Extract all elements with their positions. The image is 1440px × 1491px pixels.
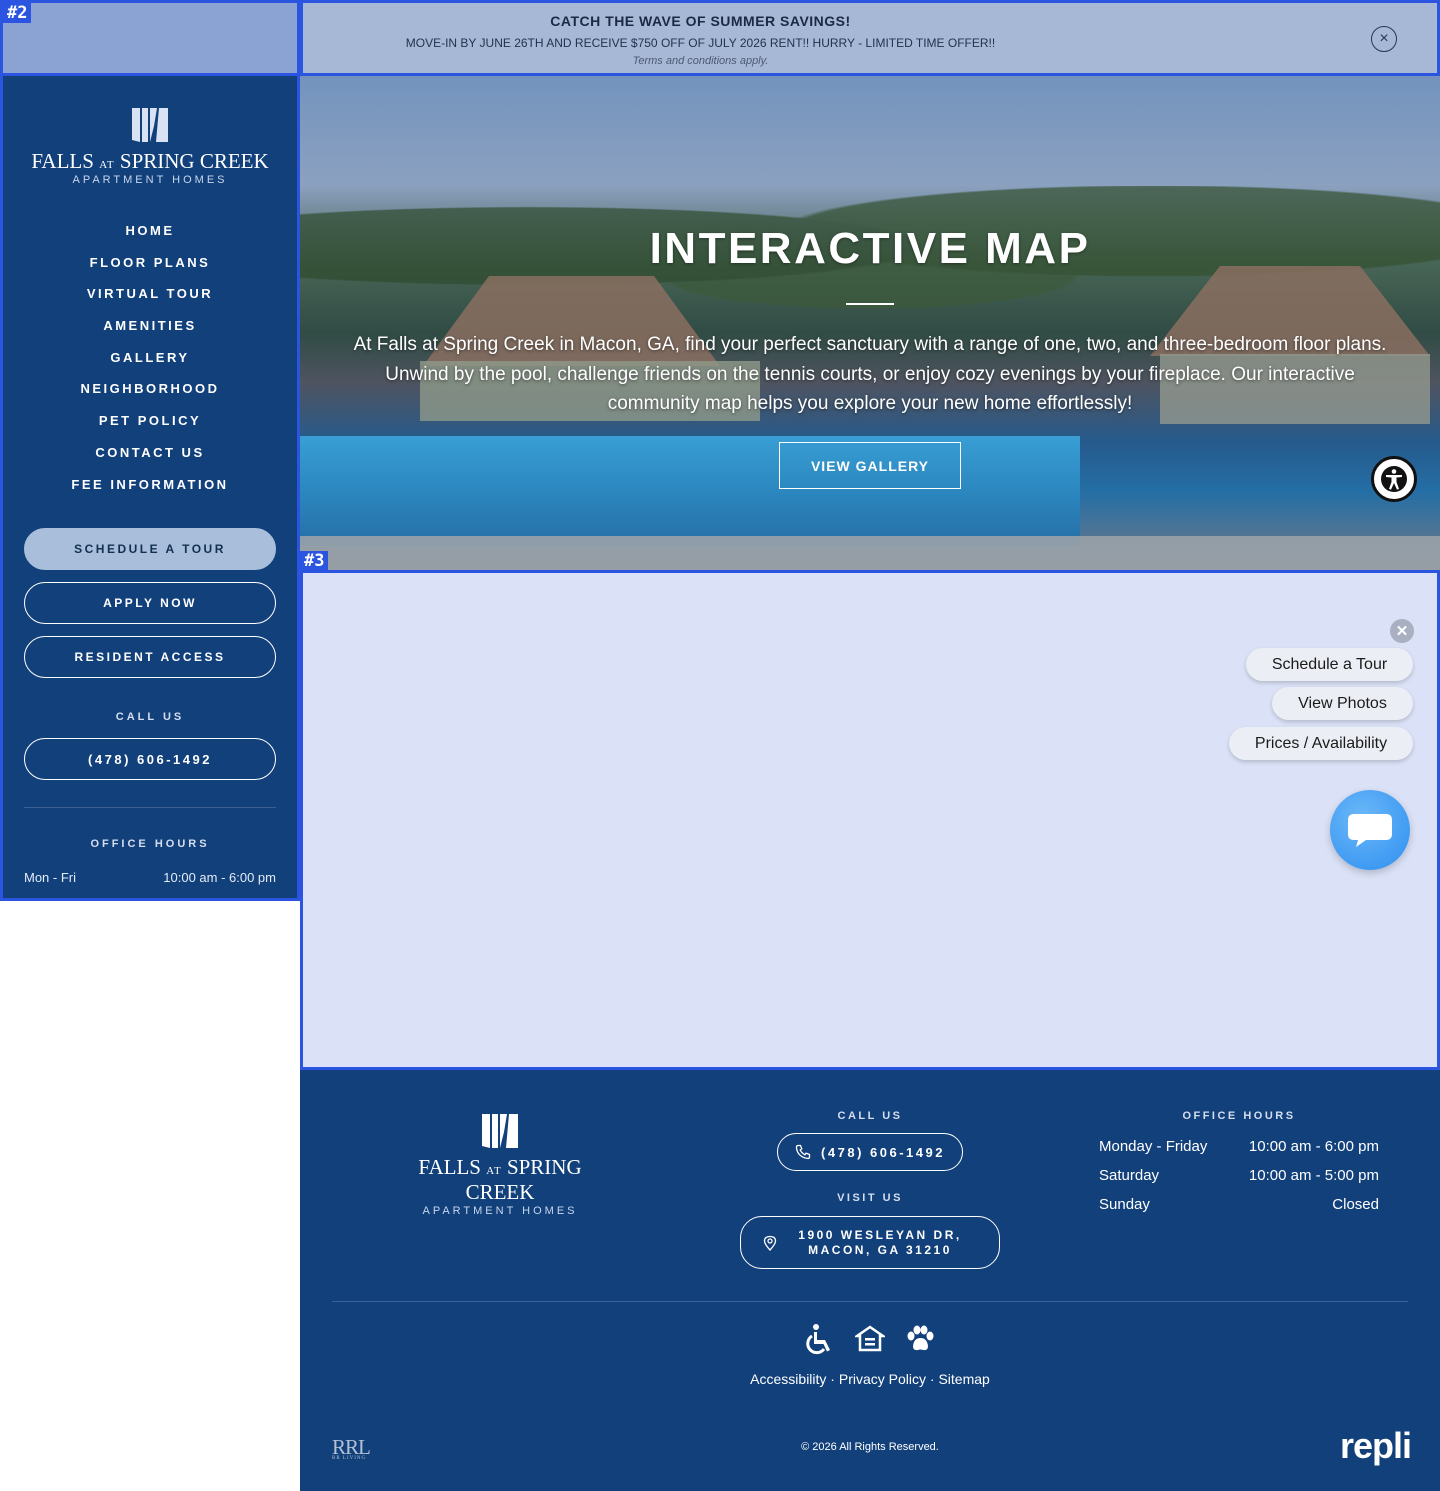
promo-close-button[interactable]: ×	[1371, 26, 1397, 52]
falls-logo-icon	[482, 1114, 518, 1148]
accessibility-icon	[1381, 466, 1407, 492]
interactive-map-region[interactable]: ✕ Schedule a Tour View Photos Prices / A…	[300, 570, 1440, 1070]
phone-icon	[795, 1144, 811, 1160]
footer-logo[interactable]: FALLS AT SPRING CREEK APARTMENT HOMES	[400, 1112, 600, 1217]
promo-title: CATCH THE WAVE OF SUMMER SAVINGS!	[550, 13, 851, 29]
widget-schedule-tour-button[interactable]: Schedule a Tour	[1246, 648, 1413, 681]
logo-wordmark: FALLS AT SPRING CREEK	[418, 1155, 582, 1204]
hero-divider	[846, 303, 894, 305]
footer-divider	[332, 1301, 1408, 1302]
nav-item-amenities[interactable]: AMENITIES	[3, 316, 297, 348]
nav-item-neighborhood[interactable]: NEIGHBORHOOD	[3, 379, 297, 411]
nav-item-pet-policy[interactable]: PET POLICY	[3, 411, 297, 443]
location-pin-icon	[763, 1235, 777, 1251]
page-root: #2 CATCH THE WAVE OF SUMMER SAVINGS! MOV…	[0, 0, 1440, 1491]
promo-terms: Terms and conditions apply.	[632, 55, 769, 67]
accessibility-link[interactable]: Accessibility	[750, 1371, 826, 1387]
nav-item-fee-information[interactable]: FEE INFORMATION	[3, 475, 297, 507]
footer-phone-button[interactable]: (478) 606-1492	[777, 1133, 963, 1171]
office-hours-label: OFFICE HOURS	[90, 838, 210, 850]
main-nav: HOME FLOOR PLANS VIRTUAL TOUR AMENITIES …	[3, 221, 297, 506]
falls-logo-icon	[132, 108, 168, 142]
hero-photo-pool	[300, 436, 1080, 546]
accessibility-widget-button[interactable]	[1371, 456, 1417, 502]
footer-phone-text: (478) 606-1492	[821, 1144, 945, 1160]
apply-now-button[interactable]: APPLY NOW	[24, 582, 276, 624]
footer-office-hours-label: OFFICE HOURS	[1182, 1110, 1296, 1122]
widget-close-button[interactable]: ✕	[1390, 619, 1414, 643]
close-icon: ×	[1379, 30, 1389, 47]
footer-call-us-label: CALL US	[837, 1110, 903, 1122]
footer-links: Accessibility · Privacy Policy · Sitemap	[300, 1371, 1440, 1387]
schedule-tour-button[interactable]: SCHEDULE A TOUR	[24, 528, 276, 570]
hero-description: At Falls at Spring Creek in Macon, GA, f…	[353, 334, 1387, 414]
call-us-label: CALL US	[115, 711, 185, 723]
logo-tagline: APARTMENT HOMES	[72, 174, 228, 186]
promo-banner: CATCH THE WAVE OF SUMMER SAVINGS! MOVE-I…	[300, 0, 1440, 76]
top-left-panel	[0, 0, 300, 76]
logo-wordmark: FALLS AT SPRING CREEK	[31, 149, 269, 173]
footer-address-text: 1900 WESLEYAN DR, MACON, GA 31210	[798, 1227, 962, 1257]
footer-hours-row: Sunday Closed	[1099, 1196, 1379, 1213]
resident-access-button[interactable]: RESIDENT ACCESS	[24, 636, 276, 678]
equal-housing-icon	[855, 1325, 885, 1352]
link-separator: ·	[826, 1371, 839, 1387]
sitemap-link[interactable]: Sitemap	[938, 1371, 989, 1387]
footer-address-button[interactable]: 1900 WESLEYAN DR, MACON, GA 31210	[740, 1216, 1000, 1269]
hours-days: Mon - Fri	[24, 870, 76, 885]
sidebar-divider	[24, 807, 276, 808]
copyright: © 2026 All Rights Reserved.	[801, 1441, 939, 1453]
page-title: INTERACTIVE MAP	[649, 224, 1091, 273]
close-icon: ✕	[1395, 623, 1409, 640]
office-hours-row: Mon - Fri 10:00 am - 6:00 pm	[24, 870, 276, 885]
logo-tagline: APARTMENT HOMES	[422, 1205, 578, 1217]
wheelchair-icon	[806, 1324, 830, 1355]
link-separator: ·	[926, 1371, 939, 1387]
nav-item-floor-plans[interactable]: FLOOR PLANS	[3, 253, 297, 285]
hours-time: 10:00 am - 6:00 pm	[163, 870, 276, 885]
promo-body: MOVE-IN BY JUNE 26TH AND RECEIVE $750 OF…	[405, 36, 996, 50]
pet-friendly-paw-icon	[907, 1325, 934, 1351]
footer-visit-us-label: VISIT US	[837, 1192, 903, 1204]
sidebar-phone-button[interactable]: (478) 606-1492	[24, 738, 276, 780]
nav-item-virtual-tour[interactable]: VIRTUAL TOUR	[3, 284, 297, 316]
chat-button[interactable]	[1330, 790, 1410, 870]
hero-photo-deck	[300, 536, 1440, 570]
footer-badges	[805, 1323, 935, 1355]
nav-item-contact-us[interactable]: CONTACT US	[3, 443, 297, 475]
widget-prices-availability-button[interactable]: Prices / Availability	[1229, 727, 1413, 760]
nav-item-gallery[interactable]: GALLERY	[3, 348, 297, 380]
footer: FALLS AT SPRING CREEK APARTMENT HOMES CA…	[300, 1070, 1440, 1491]
footer-hours-row: Monday - Friday 10:00 am - 6:00 pm	[1099, 1138, 1379, 1155]
region-tag-3: #3	[300, 551, 329, 571]
privacy-policy-link[interactable]: Privacy Policy	[839, 1371, 926, 1387]
view-gallery-button[interactable]: VIEW GALLERY	[779, 442, 961, 489]
sidebar: FALLS AT SPRING CREEK APARTMENT HOMES HO…	[0, 76, 300, 901]
hero-section: INTERACTIVE MAP At Falls at Spring Creek…	[300, 76, 1440, 570]
footer-hours-row: Saturday 10:00 am - 5:00 pm	[1099, 1167, 1379, 1184]
chat-icon	[1348, 814, 1392, 847]
widget-view-photos-button[interactable]: View Photos	[1272, 687, 1413, 720]
sidebar-logo[interactable]: FALLS AT SPRING CREEK APARTMENT HOMES	[3, 106, 297, 186]
region-tag-2: #2	[3, 3, 32, 23]
nav-item-home[interactable]: HOME	[3, 221, 297, 253]
rrl-logo-sub: RR LIVING	[332, 1456, 367, 1461]
repli-logo[interactable]: repli	[1340, 1425, 1412, 1467]
